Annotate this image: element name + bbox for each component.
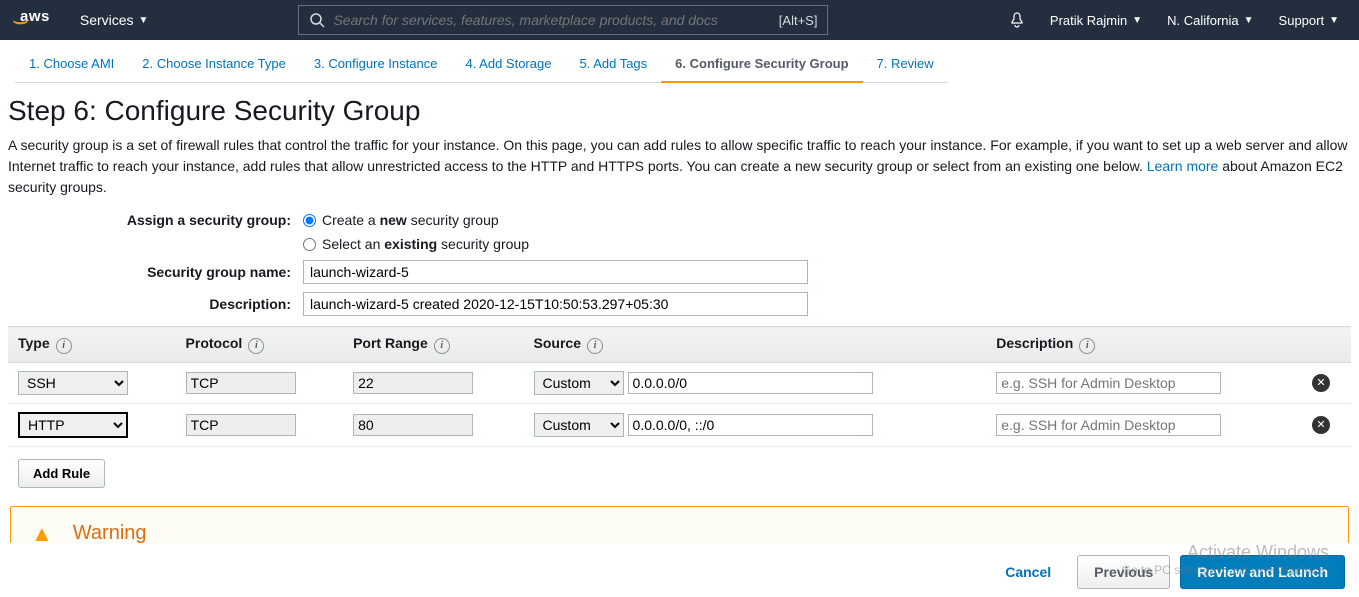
support-label: Support <box>1279 13 1325 28</box>
rule-desc-input[interactable] <box>996 372 1221 394</box>
step-tab-security-group[interactable]: 6. Configure Security Group <box>661 50 862 83</box>
radio-create-new-input[interactable] <box>303 214 316 227</box>
review-and-launch-button[interactable]: Review and Launch <box>1180 555 1345 589</box>
footer-bar: Cancel Previous Review and Launch <box>989 555 1345 589</box>
previous-button[interactable]: Previous <box>1077 555 1170 589</box>
cancel-button[interactable]: Cancel <box>989 556 1067 588</box>
account-menu[interactable]: Pratik Rajmin ▼ <box>1050 13 1142 28</box>
rule-port-input <box>353 414 473 436</box>
sg-desc-row: Description: <box>8 292 1351 316</box>
th-desc: Descriptioni <box>986 327 1302 363</box>
radio-create-label: Create a new security group <box>322 212 499 228</box>
radio-select-existing-input[interactable] <box>303 238 316 251</box>
th-port: Port Rangei <box>343 327 523 363</box>
assign-sg-row2: Select an existing security group <box>8 236 1351 252</box>
region-name: N. California <box>1167 13 1239 28</box>
radio-create-new[interactable]: Create a new security group <box>303 212 499 228</box>
rule-desc-input[interactable] <box>996 414 1221 436</box>
add-rule-button[interactable]: Add Rule <box>18 459 105 488</box>
warning-icon: ▲ <box>31 521 53 544</box>
topnav-right: Pratik Rajmin ▼ N. California ▼ Support ▼ <box>1009 12 1339 28</box>
page-title: Step 6: Configure Security Group <box>8 95 1351 127</box>
info-icon[interactable]: i <box>434 338 450 354</box>
step-tab-instance-type[interactable]: 2. Choose Instance Type <box>128 50 300 83</box>
info-icon[interactable]: i <box>56 338 72 354</box>
rule-type-select[interactable]: SSH <box>18 371 128 395</box>
step-tab-configure-instance[interactable]: 3. Configure Instance <box>300 50 452 83</box>
sg-desc-label: Description: <box>8 296 303 312</box>
learn-more-link[interactable]: Learn more <box>1147 158 1219 174</box>
rule-type-select[interactable]: HTTP <box>18 412 128 438</box>
aws-logo[interactable]: aws ⌣ <box>20 12 50 27</box>
warning-title: Warning <box>73 522 147 543</box>
info-icon[interactable]: i <box>587 338 603 354</box>
th-source: Sourcei <box>524 327 987 363</box>
sg-name-input[interactable] <box>303 260 808 284</box>
rule-source-mode-select[interactable]: Custom <box>534 413 624 437</box>
assign-sg-label: Assign a security group: <box>8 212 303 228</box>
assign-sg-row: Assign a security group: Create a new se… <box>8 212 1351 228</box>
rules-table: Typei Protocoli Port Rangei Sourcei Desc… <box>8 326 1351 447</box>
top-nav: aws ⌣ Services ▼ [Alt+S] Pratik Rajmin ▼ … <box>0 0 1359 40</box>
wizard-steps-nav: 1. Choose AMI 2. Choose Instance Type 3.… <box>0 40 1359 83</box>
th-protocol: Protocoli <box>176 327 344 363</box>
info-icon[interactable]: i <box>248 338 264 354</box>
rule-protocol-input <box>186 372 296 394</box>
step-tab-add-tags[interactable]: 5. Add Tags <box>565 50 661 83</box>
warning-box: ▲ Warning <box>10 506 1349 544</box>
table-row: HTTP Custom ✕ <box>8 403 1351 446</box>
rule-source-mode-select[interactable]: Custom <box>534 371 624 395</box>
aws-smile-icon: ⌣ <box>13 20 58 25</box>
user-name: Pratik Rajmin <box>1050 13 1127 28</box>
step-tab-review[interactable]: 7. Review <box>863 50 948 83</box>
step-tab-ami[interactable]: 1. Choose AMI <box>15 50 128 83</box>
page-description: A security group is a set of firewall ru… <box>8 135 1351 198</box>
chevron-down-icon: ▼ <box>1244 15 1254 26</box>
rule-port-input <box>353 372 473 394</box>
chevron-down-icon: ▼ <box>1329 15 1339 26</box>
notifications-icon[interactable] <box>1009 12 1025 28</box>
remove-rule-button[interactable]: ✕ <box>1312 374 1330 392</box>
sg-name-label: Security group name: <box>8 264 303 280</box>
th-actions <box>1302 327 1351 363</box>
info-icon[interactable]: i <box>1079 338 1095 354</box>
search-box[interactable]: [Alt+S] <box>298 5 828 35</box>
chevron-down-icon: ▼ <box>139 15 149 26</box>
region-menu[interactable]: N. California ▼ <box>1167 13 1253 28</box>
radio-select-label: Select an existing security group <box>322 236 529 252</box>
table-row: SSH Custom ✕ <box>8 362 1351 403</box>
rule-source-cidr-input[interactable] <box>628 372 873 394</box>
radio-select-existing[interactable]: Select an existing security group <box>303 236 529 252</box>
search-icon <box>309 12 325 28</box>
step-tab-add-storage[interactable]: 4. Add Storage <box>451 50 565 83</box>
remove-rule-button[interactable]: ✕ <box>1312 416 1330 434</box>
sg-name-row: Security group name: <box>8 260 1351 284</box>
support-menu[interactable]: Support ▼ <box>1279 13 1339 28</box>
search-input[interactable] <box>333 12 778 28</box>
main-content: Step 6: Configure Security Group A secur… <box>0 83 1359 543</box>
services-menu[interactable]: Services ▼ <box>80 12 149 28</box>
services-label: Services <box>80 12 134 28</box>
chevron-down-icon: ▼ <box>1132 15 1142 26</box>
rule-source-cidr-input[interactable] <box>628 414 873 436</box>
sg-desc-input[interactable] <box>303 292 808 316</box>
search-shortcut-hint: [Alt+S] <box>779 13 818 28</box>
rule-protocol-input <box>186 414 296 436</box>
th-type: Typei <box>8 327 176 363</box>
